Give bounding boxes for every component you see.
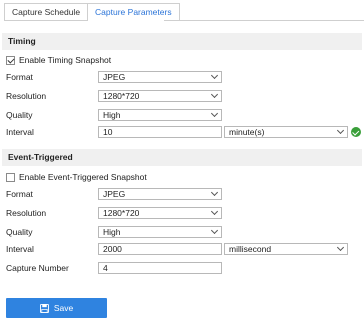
timing-resolution-label: Resolution — [6, 91, 47, 101]
chevron-down-icon — [210, 207, 219, 216]
save-button[interactable]: Save — [6, 298, 107, 318]
timing-resolution-select[interactable]: 1280*720 — [98, 90, 222, 102]
event-interval-unit-value: millisecond — [229, 244, 272, 254]
tab-capture-schedule[interactable]: Capture Schedule — [4, 3, 89, 21]
event-interval-value: 2000 — [103, 244, 122, 254]
tab-bar: Capture Schedule Capture Parameters — [4, 3, 180, 21]
enable-timing-snapshot-label: Enable Timing Snapshot — [19, 55, 112, 65]
capture-number-label: Capture Number — [6, 263, 69, 273]
chevron-down-icon — [210, 90, 219, 99]
timing-format-select[interactable]: JPEG — [98, 71, 222, 83]
enable-event-snapshot-checkbox[interactable] — [6, 172, 15, 182]
chevron-down-icon — [210, 226, 219, 235]
event-resolution-select[interactable]: 1280*720 — [98, 207, 222, 219]
chevron-down-icon — [210, 71, 219, 80]
section-header-event-triggered: Event-Triggered — [2, 149, 362, 166]
chevron-down-icon — [210, 109, 219, 118]
event-quality-select[interactable]: High — [98, 226, 222, 238]
event-interval-label: Interval — [6, 244, 34, 254]
event-resolution-label: Resolution — [6, 208, 47, 218]
timing-quality-label: Quality — [6, 110, 33, 120]
check-circle-icon — [351, 127, 361, 137]
enable-event-snapshot[interactable]: Enable Event-Triggered Snapshot — [6, 171, 147, 183]
timing-format-value: JPEG — [103, 72, 126, 82]
tab-capture-parameters[interactable]: Capture Parameters — [88, 3, 180, 21]
save-button-label: Save — [53, 303, 74, 313]
timing-interval-input[interactable]: 10 — [98, 126, 222, 138]
capture-number-input[interactable]: 4 — [98, 262, 222, 274]
enable-event-snapshot-label: Enable Event-Triggered Snapshot — [19, 172, 147, 182]
tab-divider — [164, 20, 364, 21]
event-format-label: Format — [6, 189, 33, 199]
chevron-down-icon — [210, 188, 219, 197]
event-interval-unit-select[interactable]: millisecond — [224, 243, 348, 255]
timing-resolution-value: 1280*720 — [103, 91, 140, 101]
event-format-select[interactable]: JPEG — [98, 188, 222, 200]
timing-interval-label: Interval — [6, 127, 34, 137]
event-interval-input[interactable]: 2000 — [98, 243, 222, 255]
save-icon — [39, 303, 49, 313]
chevron-down-icon — [336, 243, 345, 252]
timing-interval-value: 10 — [103, 127, 113, 137]
enable-timing-snapshot[interactable]: Enable Timing Snapshot — [6, 54, 111, 66]
chevron-down-icon — [336, 126, 345, 135]
capture-number-value: 4 — [103, 263, 108, 273]
timing-format-label: Format — [6, 72, 33, 82]
event-format-value: JPEG — [103, 189, 126, 199]
timing-quality-value: High — [103, 110, 121, 120]
section-header-timing: Timing — [2, 33, 362, 50]
event-resolution-value: 1280*720 — [103, 208, 140, 218]
event-quality-value: High — [103, 227, 121, 237]
event-quality-label: Quality — [6, 227, 33, 237]
timing-quality-select[interactable]: High — [98, 109, 222, 121]
timing-interval-unit-value: minute(s) — [229, 127, 265, 137]
enable-timing-snapshot-checkbox[interactable] — [6, 55, 15, 65]
timing-interval-unit-select[interactable]: minute(s) — [224, 126, 348, 138]
